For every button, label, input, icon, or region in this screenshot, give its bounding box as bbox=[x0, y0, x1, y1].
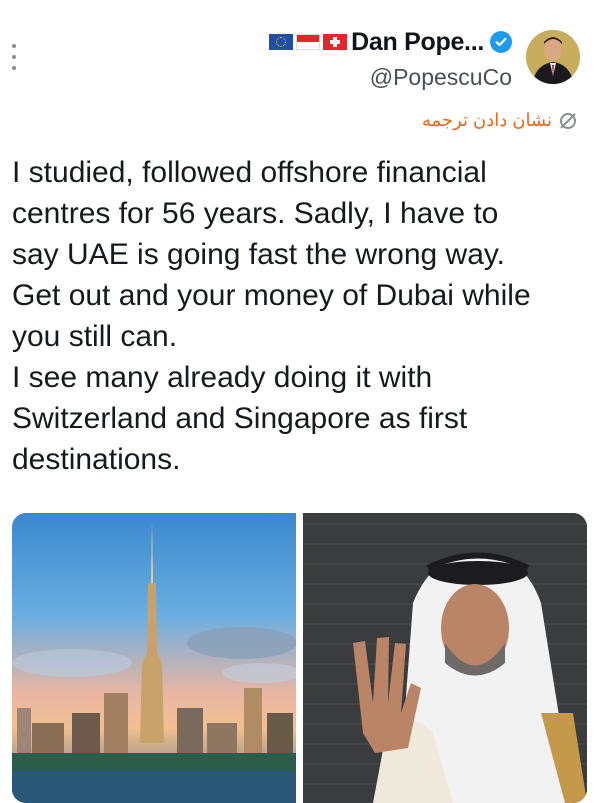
tweet-line: I studied, followed offshore financial bbox=[12, 156, 487, 189]
monaco-flag-icon bbox=[296, 34, 321, 50]
tweet-line: you still can. bbox=[12, 320, 178, 353]
man-waving-photo[interactable] bbox=[303, 513, 587, 803]
tweet-line: I see many already doing it with bbox=[12, 361, 433, 394]
tweet-line: centres for 56 years. Sadly, I have to bbox=[12, 197, 499, 230]
tweet-line: Switzerland and Singapore as first bbox=[12, 402, 468, 435]
show-translation-link[interactable]: نشان دادن ترجمه bbox=[422, 110, 578, 131]
avatar[interactable] bbox=[526, 30, 580, 84]
tweet-line: destinations. bbox=[12, 443, 181, 476]
tweet-media bbox=[12, 513, 587, 803]
switzerland-flag-icon bbox=[323, 34, 348, 50]
display-name[interactable]: Dan Pope... bbox=[351, 28, 484, 57]
user-handle[interactable]: @PopescuCo bbox=[266, 64, 512, 91]
author-block[interactable]: Dan Pope... @PopescuCo bbox=[266, 22, 512, 91]
dubai-skyline-photo[interactable] bbox=[12, 513, 296, 803]
tweet-header: Dan Pope... @PopescuCo bbox=[266, 22, 580, 91]
tweet-line: Get out and your money of Dubai while bbox=[12, 279, 531, 312]
tweet-text: I studied, followed offshore financial c… bbox=[12, 152, 582, 480]
translate-icon bbox=[560, 112, 576, 129]
show-translation-label: نشان دادن ترجمه bbox=[421, 110, 552, 130]
more-options-icon[interactable] bbox=[12, 44, 18, 70]
eu-flag-icon bbox=[269, 34, 294, 50]
tweet-line: say UAE is going fast the wrong way. bbox=[12, 238, 506, 271]
verified-badge-icon bbox=[490, 31, 512, 53]
